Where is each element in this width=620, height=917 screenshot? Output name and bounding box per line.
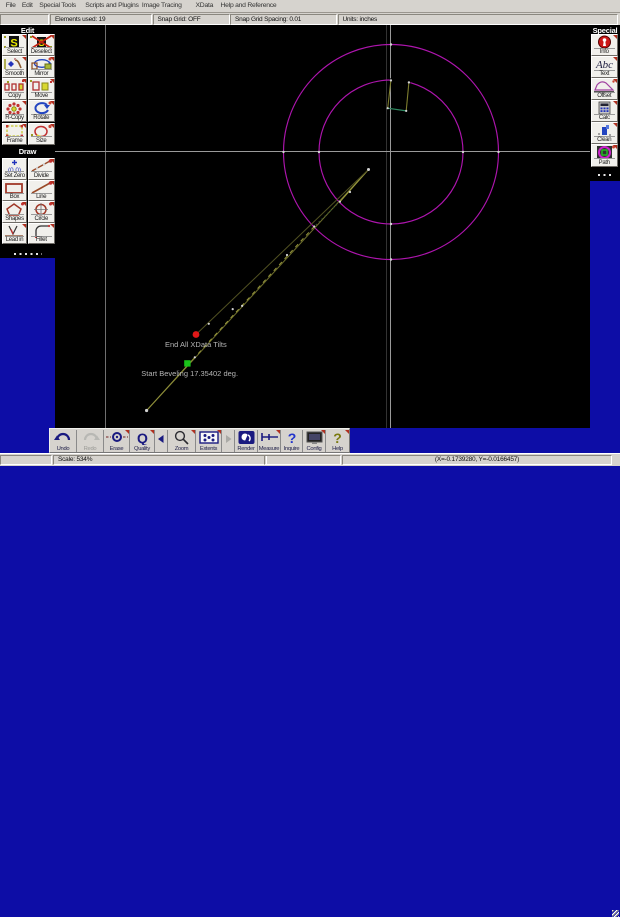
svg-text:?: ? xyxy=(287,430,296,445)
svg-text:End All XData Tilts: End All XData Tilts xyxy=(165,340,227,349)
svg-text:?: ? xyxy=(333,430,342,445)
svg-text:Start Beveling 17.35402 deg.: Start Beveling 17.35402 deg. xyxy=(141,369,238,378)
svg-text:Q: Q xyxy=(137,430,148,445)
